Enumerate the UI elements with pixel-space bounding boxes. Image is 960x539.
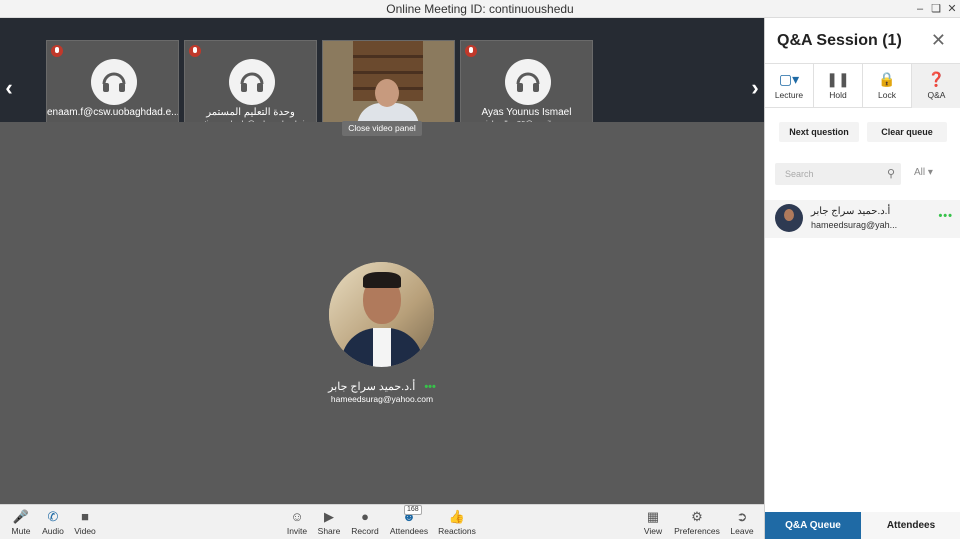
search-icon[interactable]: ⚲ xyxy=(887,167,895,180)
muted-mic-icon xyxy=(51,45,63,57)
video-strip: ‹ enaam.f@csw.uobaghdad.e... وحدة التعلي… xyxy=(0,18,766,133)
chevron-right-icon[interactable]: › xyxy=(744,70,766,106)
hold-mode-button[interactable]: ❚❚ Hold xyxy=(814,64,863,108)
minimize-icon[interactable]: – xyxy=(912,1,928,17)
queue-item-email: hameedsurag@yah... xyxy=(811,220,898,230)
muted-mic-icon xyxy=(189,45,201,57)
participant-name: Ayas Younus Ismael xyxy=(481,107,572,118)
qa-panel: Q&A Session (1) ✕ ▢▾ Lecture ❚❚ Hold 🔒 L… xyxy=(764,18,960,539)
close-icon[interactable]: ✕ xyxy=(931,30,946,51)
meeting-toolbar: 🎤 Mute ✆ Audio ■ Video ☺ Invite ▶ Share … xyxy=(0,504,764,539)
headset-icon xyxy=(91,59,137,105)
participant-head xyxy=(375,79,399,107)
close-icon[interactable]: ✕ xyxy=(944,1,960,17)
speaker-name: أ.د.حميد سراج جابر xyxy=(328,381,416,393)
title-bar: Online Meeting ID: continuoushedu – ❏ ✕ xyxy=(0,0,960,18)
reactions-button[interactable]: 👍 Reactions xyxy=(436,508,478,538)
avatar xyxy=(775,204,803,232)
layout-icon: ▦ xyxy=(646,509,660,524)
tab-attendees[interactable]: Attendees xyxy=(861,512,960,539)
tab-qa-queue[interactable]: Q&A Queue xyxy=(765,512,861,539)
participant-tile[interactable]: Ayas Younus Ismael johnalber86@gmail.com xyxy=(460,40,593,133)
speaker-email: hameedsurag@yahoo.com xyxy=(330,394,434,404)
headset-icon xyxy=(505,59,551,105)
record-icon: ● xyxy=(361,509,369,524)
next-question-button[interactable]: Next question xyxy=(779,122,859,142)
status-dots-icon: ••• xyxy=(938,210,953,222)
view-button[interactable]: ▦ View xyxy=(632,508,674,538)
exit-icon: ➲ xyxy=(736,509,748,524)
queue-item-name: أ.د.حميد سراج جابر xyxy=(811,206,891,217)
headset-icon xyxy=(229,59,275,105)
preferences-button[interactable]: ⚙ Preferences xyxy=(674,508,720,538)
lock-icon: 🔒 xyxy=(878,71,896,87)
record-button[interactable]: ● Record xyxy=(344,508,386,538)
muted-mic-icon xyxy=(465,45,477,57)
lecture-mode-button[interactable]: ▢▾ Lecture xyxy=(765,64,814,108)
queue-item[interactable]: أ.د.حميد سراج جابر hameedsurag@yah... ••… xyxy=(765,200,960,238)
maximize-icon[interactable]: ❏ xyxy=(928,1,944,17)
lectern-icon: ▢▾ xyxy=(778,71,800,87)
video-camera-icon: ■ xyxy=(81,509,89,524)
chevron-left-icon[interactable]: ‹ xyxy=(0,70,20,106)
attendees-button[interactable]: ☻ 168 Attendees xyxy=(388,505,430,538)
filter-dropdown[interactable]: All ▾ xyxy=(914,167,933,178)
participant-video-tile[interactable] xyxy=(322,40,455,133)
search-input[interactable] xyxy=(775,163,879,185)
window-title: Online Meeting ID: continuoushedu xyxy=(386,2,574,16)
speaker-name-row: أ.د.حميد سراج جابر ••• xyxy=(0,380,764,393)
leave-button[interactable]: ➲ Leave xyxy=(721,508,763,538)
attendees-count: 168 xyxy=(404,505,422,515)
speaker-avatar xyxy=(329,262,434,367)
participant-name: enaam.f@csw.uobaghdad.e... xyxy=(47,107,178,118)
qa-mode-button[interactable]: ❓ Q&A xyxy=(912,64,960,108)
qa-mode-bar: ▢▾ Lecture ❚❚ Hold 🔒 Lock ❓ Q&A xyxy=(765,63,960,108)
thumbs-up-icon: 👍 xyxy=(448,509,466,524)
panel-title: Q&A Session (1) xyxy=(777,32,902,49)
question-icon: ❓ xyxy=(927,71,946,87)
close-video-panel-button[interactable]: Close video panel xyxy=(342,121,422,136)
clear-queue-button[interactable]: Clear queue xyxy=(867,122,947,142)
participant-tile[interactable]: وحدة التعليم المستمر continuous.hedu@uob… xyxy=(184,40,317,133)
lock-mode-button[interactable]: 🔒 Lock xyxy=(863,64,912,108)
pause-icon: ❚❚ xyxy=(826,71,850,87)
search-box: ⚲ xyxy=(775,163,901,185)
speaking-indicator: ••• xyxy=(424,381,436,393)
participant-tile[interactable]: enaam.f@csw.uobaghdad.e... xyxy=(46,40,179,133)
participant-name: وحدة التعليم المستمر xyxy=(206,107,295,118)
video-button[interactable]: ■ Video xyxy=(64,508,106,538)
main-stage: أ.د.حميد سراج جابر ••• hameedsurag@yahoo… xyxy=(0,122,764,504)
chevron-down-icon: ▾ xyxy=(927,167,933,178)
gear-icon: ⚙ xyxy=(691,509,703,524)
